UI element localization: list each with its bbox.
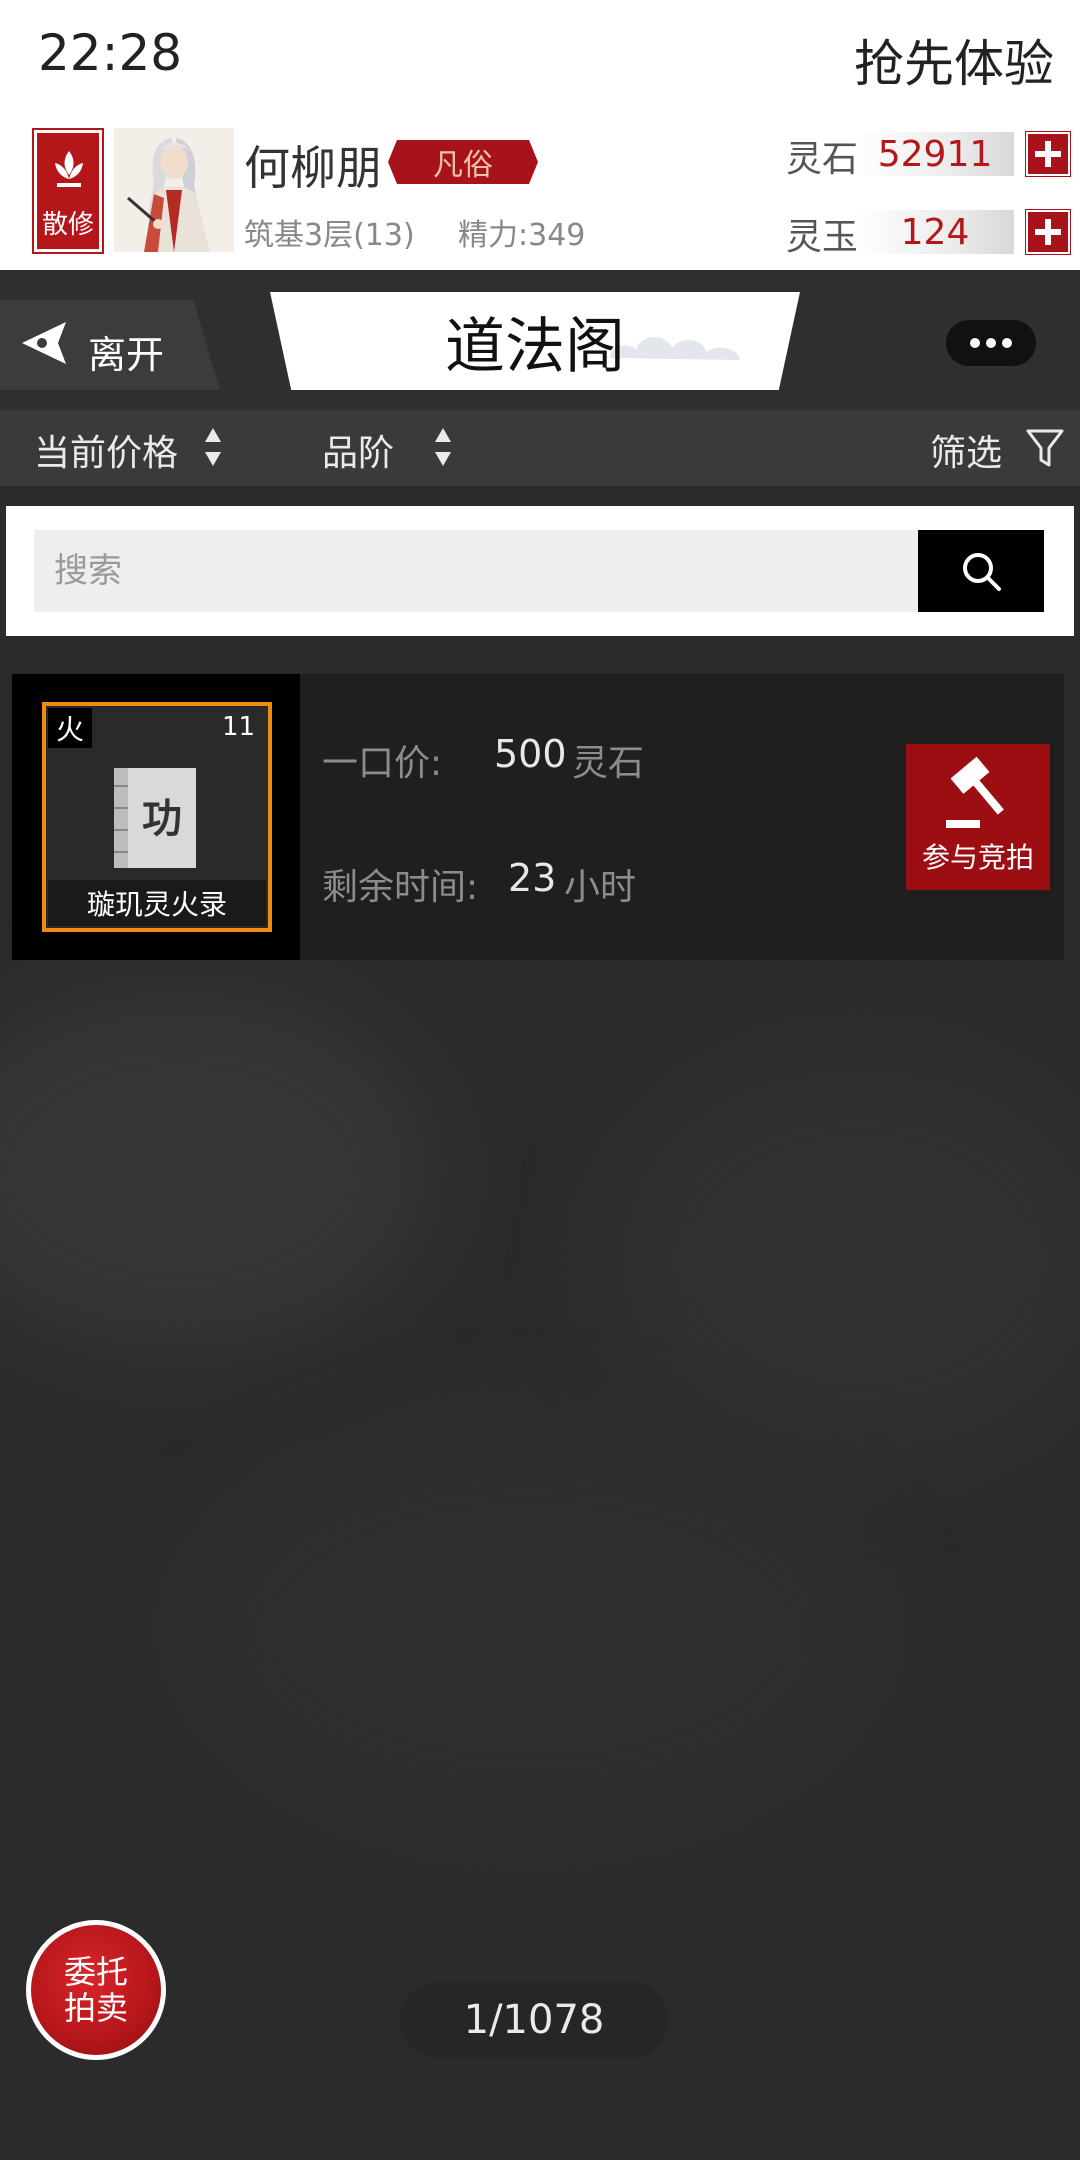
spirit-stone-value: 52911 — [856, 132, 1014, 176]
price-unit: 灵石 — [572, 743, 645, 784]
bid-button[interactable]: 参与竞拍 — [906, 744, 1050, 890]
spirit-jade-label: 灵玉 — [786, 217, 859, 258]
cultivation-realm: 筑基3层(13) — [244, 218, 415, 253]
dot-icon — [986, 338, 996, 348]
consign-label-line2: 拍卖 — [63, 1989, 128, 2027]
rank-badge: 凡俗 — [388, 140, 538, 184]
search-input[interactable] — [34, 530, 918, 612]
sort-grade-button[interactable]: 品阶 — [322, 424, 394, 476]
sort-arrows-icon[interactable] — [434, 426, 452, 468]
gavel-icon — [946, 756, 1004, 828]
sort-price-button[interactable]: 当前价格 — [34, 424, 178, 476]
sort-arrows-icon[interactable] — [204, 426, 222, 468]
player-name: 何柳朋 — [244, 141, 382, 195]
page-indicator: 1/1078 — [400, 1982, 668, 2058]
search-icon — [963, 553, 1001, 591]
leave-button[interactable]: 离开 — [0, 300, 220, 390]
add-spirit-stone-button[interactable] — [1025, 131, 1071, 177]
search-button[interactable] — [918, 530, 1044, 612]
page-title-text: 道法阁 — [445, 311, 625, 382]
lotus-icon — [55, 151, 83, 187]
time-left-value: 23 — [508, 856, 557, 900]
page-title: 道法阁 — [270, 292, 800, 390]
filter-button[interactable]: 筛选 — [930, 424, 1002, 476]
element-tag: 火 — [48, 708, 92, 748]
avatar[interactable] — [114, 128, 234, 252]
book-glyph: 功 — [142, 795, 182, 842]
plus-icon — [1035, 219, 1061, 245]
price-value: 500 — [494, 732, 567, 776]
filter-icon[interactable] — [1026, 428, 1064, 468]
early-access-label: 抢先体验 — [854, 35, 1054, 93]
status-time: 22:28 — [38, 24, 183, 82]
price-label: 一口价: — [322, 743, 443, 784]
item-name: 璇玑灵火录 — [48, 880, 266, 926]
sect-badge[interactable]: 散修 — [32, 128, 104, 254]
spirit-stone-label: 灵石 — [786, 139, 859, 180]
time-left-label: 剩余时间: — [322, 867, 479, 908]
character-portrait-icon — [114, 128, 234, 252]
leave-label: 离开 — [88, 333, 165, 377]
energy-value: 精力:349 — [458, 218, 586, 253]
time-left-unit: 小时 — [564, 867, 637, 908]
dot-icon — [1002, 338, 1012, 348]
back-arrow-icon — [22, 322, 66, 364]
spirit-jade-value: 124 — [856, 210, 1014, 254]
consign-label-line1: 委托 — [63, 1953, 128, 1991]
dot-icon — [970, 338, 980, 348]
manual-book-icon: 功 — [114, 768, 196, 868]
bid-button-label: 参与竞拍 — [921, 841, 1034, 874]
sect-label: 散修 — [41, 210, 94, 240]
plus-icon — [1035, 141, 1061, 167]
add-spirit-jade-button[interactable] — [1025, 209, 1071, 255]
more-options-button[interactable] — [946, 320, 1036, 366]
item-level: 11 — [222, 712, 256, 742]
consign-auction-button[interactable]: 委托 拍卖 — [26, 1920, 166, 2060]
